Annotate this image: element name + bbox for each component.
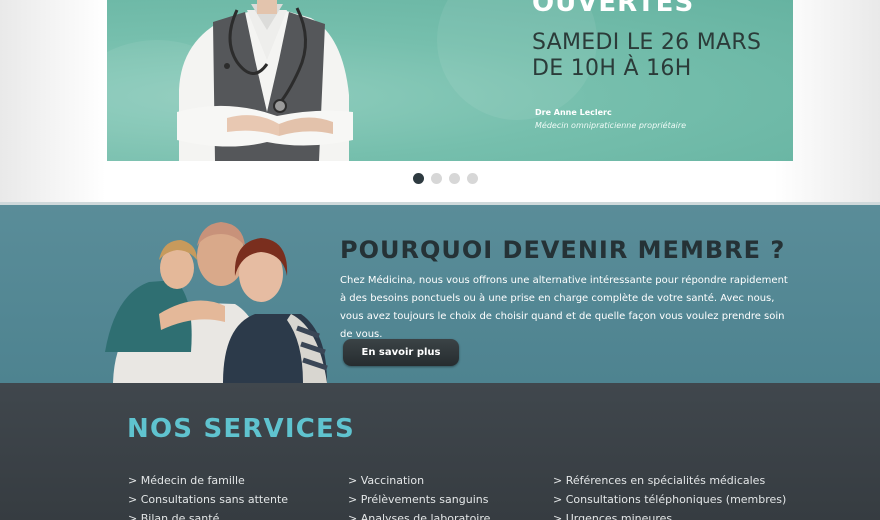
hero-date: SAMEDI LE 26 MARS DE 10H À 16H bbox=[532, 30, 762, 81]
membership-section: POURQUOI DEVENIR MEMBRE ? Chez Médicina,… bbox=[0, 202, 880, 383]
services-column: > Vaccination > Prélèvements sanguins > … bbox=[348, 471, 490, 520]
service-link[interactable]: > Consultations téléphoniques (membres) bbox=[553, 490, 786, 509]
membership-text: Chez Médicina, nous vous offrons une alt… bbox=[340, 275, 788, 340]
slider-dot[interactable] bbox=[413, 173, 424, 184]
slider-pagination bbox=[413, 173, 478, 184]
service-link[interactable]: > Médecin de famille bbox=[128, 471, 288, 490]
doctor-role: Médecin omnipraticienne propriétaire bbox=[535, 121, 687, 130]
service-link[interactable]: > Bilan de santé bbox=[128, 509, 288, 520]
service-link[interactable]: > Références en spécialités médicales bbox=[553, 471, 786, 490]
services-title: NOS SERVICES bbox=[127, 414, 355, 444]
service-link[interactable]: > Consultations sans attente bbox=[128, 490, 288, 509]
service-link[interactable]: > Urgences mineures bbox=[553, 509, 786, 520]
membership-title: POURQUOI DEVENIR MEMBRE ? bbox=[340, 236, 786, 264]
family-photo bbox=[105, 222, 328, 383]
services-column: > Médecin de famille > Consultations san… bbox=[128, 471, 288, 520]
slider-dot[interactable] bbox=[431, 173, 442, 184]
services-section: NOS SERVICES > Médecin de famille > Cons… bbox=[0, 383, 880, 520]
slider-dot[interactable] bbox=[449, 173, 460, 184]
doctor-photo bbox=[177, 0, 353, 161]
learn-more-button[interactable]: En savoir plus bbox=[343, 339, 459, 366]
doctor-name: Dre Anne Leclerc bbox=[535, 108, 612, 117]
service-link[interactable]: > Prélèvements sanguins bbox=[348, 490, 490, 509]
hero-area: OUVERTES SAMEDI LE 26 MARS DE 10H À 16H … bbox=[0, 0, 880, 202]
services-column: > Références en spécialités médicales > … bbox=[553, 471, 786, 520]
service-link[interactable]: > Vaccination bbox=[348, 471, 490, 490]
hero-title: OUVERTES bbox=[532, 0, 695, 18]
service-link[interactable]: > Analyses de laboratoire bbox=[348, 509, 490, 520]
slider-dot[interactable] bbox=[467, 173, 478, 184]
hero-slide[interactable]: OUVERTES SAMEDI LE 26 MARS DE 10H À 16H … bbox=[107, 0, 793, 161]
